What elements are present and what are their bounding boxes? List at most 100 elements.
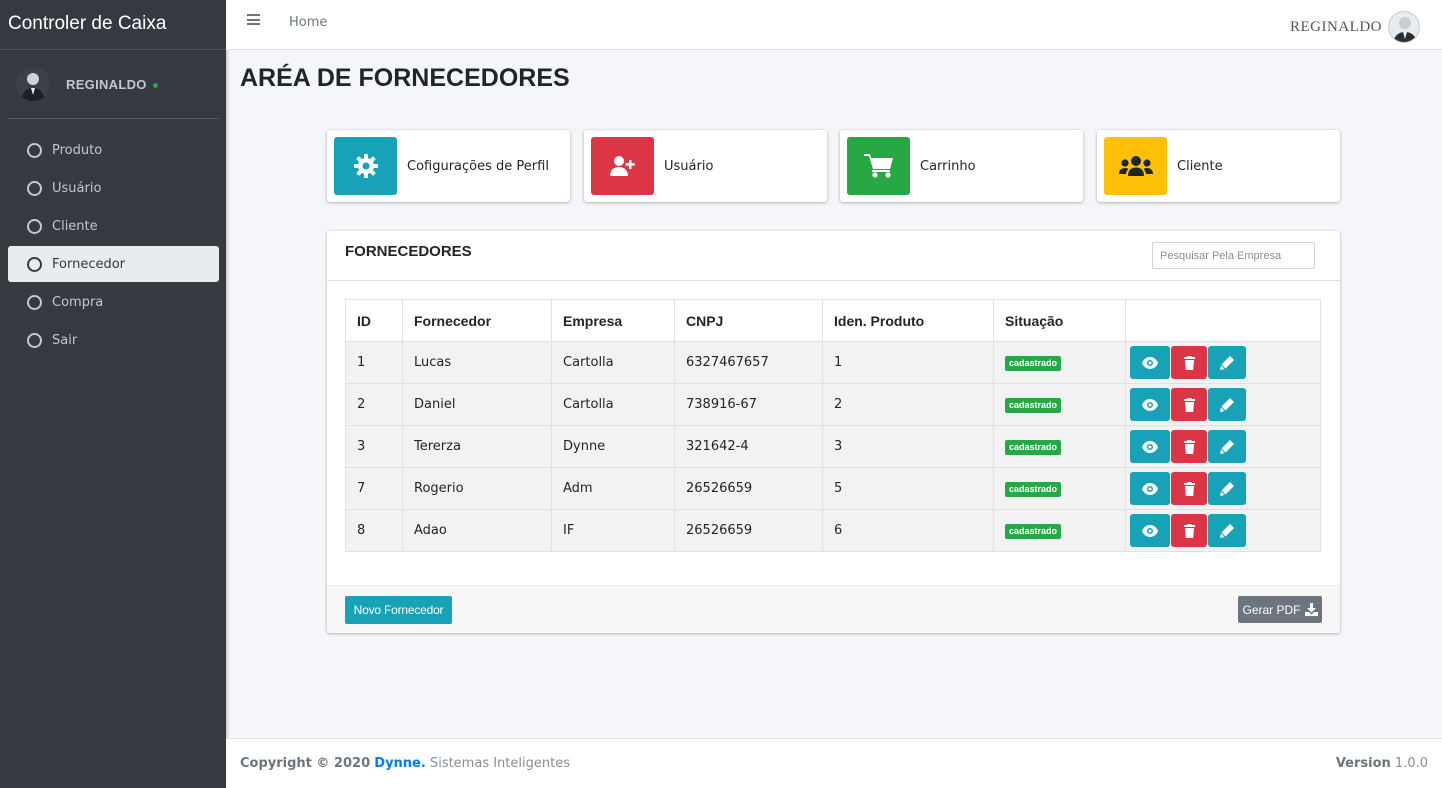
status-badge: cadastrado	[1005, 355, 1062, 371]
info-box-carrinho[interactable]: Carrinho	[840, 130, 1083, 202]
column-header: Situação	[993, 299, 1126, 342]
delete-button[interactable]	[1171, 346, 1207, 379]
table-row: 7 Rogerio Adm 26526659 5 cadastrado	[345, 467, 1321, 510]
sidebar-nav: Produto Usuário Cliente Fornecedor Compr…	[8, 132, 219, 360]
sidebar-item-label: Compra	[52, 294, 104, 310]
card-header: FORNECEDORES	[327, 231, 1340, 281]
edit-button[interactable]	[1208, 346, 1246, 379]
view-button[interactable]	[1130, 388, 1170, 421]
brand-link[interactable]: Controler de Caixa	[0, 0, 226, 50]
info-box-label: Usuário	[664, 158, 714, 174]
circle-icon	[27, 256, 42, 272]
info-box-cliente[interactable]: Cliente	[1097, 130, 1340, 202]
table-cell-produto: 2	[822, 383, 994, 426]
info-box-usuario[interactable]: Usuário	[584, 130, 827, 202]
user-menu[interactable]: REGINALDO	[1290, 11, 1420, 43]
table-cell-cnpj: 26526659	[674, 509, 823, 552]
sidebar: Controler de Caixa REGINALDO Produto Usu…	[0, 0, 226, 788]
table-cell-situacao: cadastrado	[993, 383, 1126, 426]
generate-pdf-button[interactable]: Gerar PDF	[1238, 596, 1322, 623]
new-supplier-button[interactable]: Novo Fornecedor	[345, 596, 452, 624]
user-name: REGINALDO	[1290, 18, 1382, 35]
table-cell-fornecedor: Lucas	[402, 341, 552, 384]
sidebar-item-usuario[interactable]: Usuário	[8, 170, 219, 206]
table-header-row: ID Fornecedor Empresa CNPJ Iden. Produto…	[345, 299, 1321, 342]
table-cell-situacao: cadastrado	[993, 509, 1126, 552]
status-badge: cadastrado	[1005, 481, 1062, 497]
table-cell-empresa: Cartolla	[551, 341, 675, 384]
view-button[interactable]	[1130, 346, 1170, 379]
trash-icon	[1183, 523, 1195, 538]
table-cell-actions	[1125, 341, 1321, 384]
sidebar-item-label: Fornecedor	[52, 256, 126, 272]
company-link[interactable]: Dynne.	[374, 756, 426, 771]
table-cell-cnpj: 6327467657	[674, 341, 823, 384]
delete-button[interactable]	[1171, 514, 1207, 547]
sidebar-item-sair[interactable]: Sair	[8, 322, 219, 358]
circle-icon	[27, 180, 42, 196]
sidebar-item-produto[interactable]: Produto	[8, 132, 219, 168]
info-box-profile-settings[interactable]: Cofigurações de Perfil	[327, 130, 570, 202]
view-button[interactable]	[1130, 472, 1170, 505]
sidebar-item-label: Cliente	[52, 218, 98, 234]
view-button[interactable]	[1130, 514, 1170, 547]
table-cell-actions	[1125, 509, 1321, 552]
table-row: 8 Adao IF 26526659 6 cadastrado	[345, 509, 1321, 552]
table-cell-situacao: cadastrado	[993, 467, 1126, 510]
menu-toggle-icon[interactable]	[247, 14, 260, 25]
table-cell-id: 7	[345, 467, 403, 510]
delete-button[interactable]	[1171, 472, 1207, 505]
eye-icon	[1142, 356, 1158, 369]
table-cell-id: 8	[345, 509, 403, 552]
eye-icon	[1142, 524, 1158, 537]
status-badge: cadastrado	[1005, 397, 1062, 413]
pencil-icon	[1220, 439, 1234, 454]
table-cell-empresa: Dynne	[551, 425, 675, 468]
avatar	[16, 67, 50, 101]
circle-icon	[27, 142, 42, 158]
edit-button[interactable]	[1208, 514, 1246, 547]
circle-icon	[27, 218, 42, 234]
download-icon	[1304, 603, 1318, 616]
sidebar-item-compra[interactable]: Compra	[8, 284, 219, 320]
edit-button[interactable]	[1208, 388, 1246, 421]
eye-icon	[1142, 482, 1158, 495]
table-cell-fornecedor: Tererza	[402, 425, 552, 468]
table-cell-id: 3	[345, 425, 403, 468]
delete-button[interactable]	[1171, 430, 1207, 463]
trash-icon	[1183, 397, 1195, 412]
generate-pdf-label: Gerar PDF	[1242, 602, 1301, 617]
column-header	[1125, 299, 1321, 342]
edit-button[interactable]	[1208, 472, 1246, 505]
delete-button[interactable]	[1171, 388, 1207, 421]
table-cell-actions	[1125, 425, 1321, 468]
table-cell-produto: 5	[822, 467, 994, 510]
sidebar-item-cliente[interactable]: Cliente	[8, 208, 219, 244]
info-box-label: Cliente	[1177, 158, 1223, 174]
pencil-icon	[1220, 355, 1234, 370]
table-cell-fornecedor: Adao	[402, 509, 552, 552]
home-link[interactable]: Home	[289, 15, 327, 30]
user-panel[interactable]: REGINALDO	[8, 50, 219, 119]
sidebar-item-label: Usuário	[52, 180, 102, 196]
sidebar-item-fornecedor[interactable]: Fornecedor	[8, 246, 219, 282]
pencil-icon	[1220, 397, 1234, 412]
suppliers-card: FORNECEDORES ID Fornecedor Empresa CNPJ …	[327, 231, 1340, 633]
table-cell-empresa: Adm	[551, 467, 675, 510]
top-navbar: Home REGINALDO	[226, 0, 1442, 50]
view-button[interactable]	[1130, 430, 1170, 463]
info-box-label: Carrinho	[920, 158, 976, 174]
trash-icon	[1183, 355, 1195, 370]
table-cell-fornecedor: Rogerio	[402, 467, 552, 510]
table-cell-id: 1	[345, 341, 403, 384]
status-badge: cadastrado	[1005, 523, 1062, 539]
edit-button[interactable]	[1208, 430, 1246, 463]
circle-icon	[27, 332, 42, 348]
table-cell-situacao: cadastrado	[993, 425, 1126, 468]
table-row: 3 Tererza Dynne 321642-4 3 cadastrado	[345, 425, 1321, 468]
cart-icon	[847, 137, 910, 195]
table-row: 2 Daniel Cartolla 738916-67 2 cadastrado	[345, 383, 1321, 426]
search-input[interactable]	[1152, 242, 1315, 269]
column-header: Iden. Produto	[822, 299, 994, 342]
status-badge: cadastrado	[1005, 439, 1062, 455]
